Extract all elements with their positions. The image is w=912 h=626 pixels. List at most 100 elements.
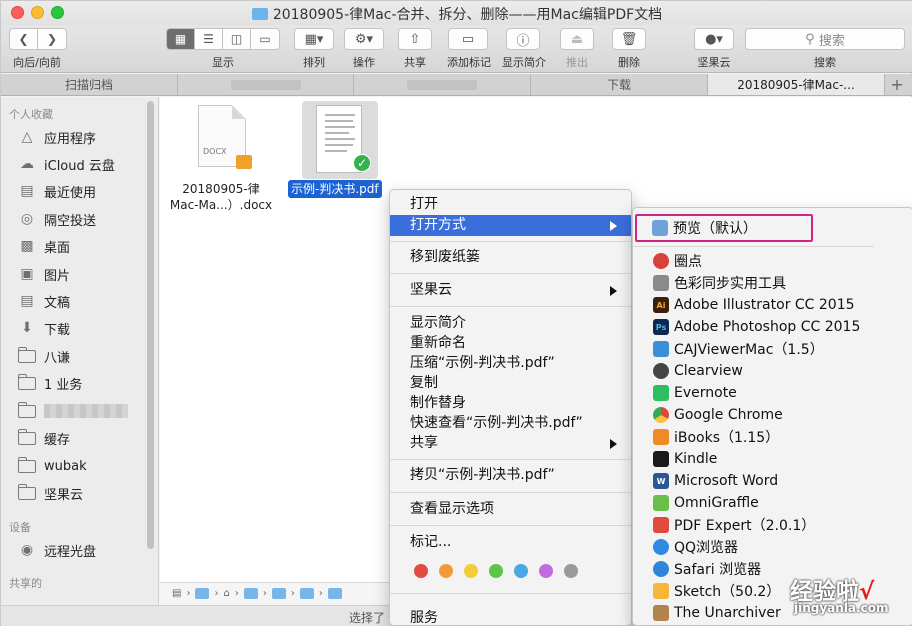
menu-item-open[interactable]: 打开 (390, 194, 631, 215)
open-with-cajviewer[interactable]: CAJViewerMac（1.5） (653, 338, 824, 360)
tab-blurred-1[interactable] (178, 74, 354, 95)
gallery-view-button[interactable]: ▭ (251, 29, 279, 49)
sidebar-item-pictures[interactable]: ▣ 图片 (17, 263, 70, 285)
forward-button[interactable]: ❯ (38, 29, 66, 49)
open-with-quandian[interactable]: 圈点 (653, 250, 702, 272)
menu-item-label: 压缩“示例-判决书.pdf” (410, 355, 555, 371)
open-with-qq-browser[interactable]: QQ浏览器 (653, 536, 738, 558)
sidebar-item-jianguoyun[interactable]: 坚果云 (17, 482, 83, 504)
search-field[interactable]: ⚲ 搜索 (745, 28, 905, 50)
sidebar-item-wubak[interactable]: wubak (17, 455, 87, 477)
path-folder-icon[interactable] (327, 588, 342, 599)
tag-yellow[interactable] (464, 564, 478, 578)
sidebar-item-label: 桌面 (44, 240, 71, 256)
recents-icon: ▤ (20, 183, 34, 199)
open-with-safari[interactable]: Safari 浏览器 (653, 558, 761, 580)
pdf-text-line (325, 150, 347, 152)
menu-item-compress[interactable]: 压缩“示例-判决书.pdf” (390, 353, 631, 374)
tab-blurred-2[interactable] (354, 74, 531, 95)
icon-view-button[interactable]: ▦ (167, 29, 195, 49)
open-with-evernote[interactable]: Evernote (653, 382, 737, 404)
open-with-unarchiver[interactable]: The Unarchiver (653, 602, 781, 624)
info-button[interactable]: ⓘ (506, 28, 540, 50)
open-with-clearview[interactable]: Clearview (653, 360, 743, 382)
menu-item-open-with[interactable]: 打开方式 (390, 215, 631, 236)
menu-item-label: 快速查看“示例-判决书.pdf” (410, 415, 583, 431)
open-with-omnigraffle[interactable]: OmniGraffle (653, 492, 759, 514)
menu-item-label: 服务 (410, 610, 438, 626)
new-tab-button[interactable]: + (885, 74, 909, 95)
menu-item-quick-look[interactable]: 快速查看“示例-判决书.pdf” (390, 413, 631, 434)
open-with-kindle[interactable]: Kindle (653, 448, 717, 470)
menu-item-view-options[interactable]: 查看显示选项 (390, 499, 631, 520)
omnigraffle-app-icon (653, 495, 669, 511)
tag-orange[interactable] (439, 564, 453, 578)
path-folder-icon[interactable] (271, 588, 286, 599)
sidebar-item-icloud[interactable]: ☁ iCloud 云盘 (17, 153, 115, 175)
chevron-right-icon: › (318, 588, 323, 599)
sidebar-item-business[interactable]: 1 业务 (17, 372, 82, 394)
open-with-colorsync[interactable]: 色彩同步实用工具 (653, 272, 786, 294)
tag-green[interactable] (489, 564, 503, 578)
tag-purple[interactable] (539, 564, 553, 578)
qq-browser-app-icon (653, 539, 669, 555)
open-with-ibooks[interactable]: iBooks（1.15） (653, 426, 779, 448)
menu-item-get-info[interactable]: 显示简介 (390, 313, 631, 334)
path-folder-icon[interactable] (299, 588, 314, 599)
menu-item-share[interactable]: 共享 (390, 433, 631, 454)
sidebar-item-downloads[interactable]: ⬇ 下载 (17, 317, 70, 339)
sidebar-item-airdrop[interactable]: ◎ 隔空投送 (17, 208, 96, 230)
open-with-pdf-expert[interactable]: PDF Expert（2.0.1） (653, 514, 815, 536)
folder-icon (17, 428, 36, 445)
delete-button[interactable]: 🗑 (612, 28, 646, 50)
sidebar-item-desktop[interactable]: ▩ 桌面 (17, 235, 70, 257)
menu-item-jianguoyun[interactable]: 坚果云 (390, 280, 631, 301)
tab-downloads[interactable]: 下载 (531, 74, 708, 95)
sort-button[interactable]: ▦▾ (294, 28, 334, 50)
menu-item-duplicate[interactable]: 复制 (390, 373, 631, 394)
sidebar-scrollbar[interactable] (147, 101, 154, 549)
tab-scan-archive[interactable]: 扫描归档 (1, 74, 178, 95)
sidebar-item-remote-disc[interactable]: ◉ 远程光盘 (17, 539, 96, 561)
home-icon[interactable]: ⌂ (223, 588, 229, 599)
sidebar-item-blurred[interactable] (17, 400, 128, 422)
action-button[interactable]: ⚙▾ (344, 28, 384, 50)
open-with-word[interactable]: W Microsoft Word (653, 470, 778, 492)
sidebar-item-applications[interactable]: △ 应用程序 (17, 126, 96, 148)
jianguo-button[interactable]: ●▾ (694, 28, 734, 50)
tab-current-folder[interactable]: 20180905-律Mac-... (708, 74, 885, 95)
path-folder-icon[interactable] (243, 588, 258, 599)
status-text: 选择了 (349, 611, 386, 625)
menu-separator (390, 459, 631, 460)
submenu-arrow-icon (610, 221, 617, 231)
open-with-photoshop[interactable]: Ps Adobe Photoshop CC 2015 (653, 316, 860, 338)
tags-button[interactable]: ▭ (448, 28, 488, 50)
open-with-chrome[interactable]: Google Chrome (653, 404, 783, 426)
open-with-sketch[interactable]: Sketch（50.2） (653, 580, 780, 602)
app-label: Adobe Illustrator CC 2015 (674, 297, 855, 313)
tag-blue[interactable] (514, 564, 528, 578)
tag-gray[interactable] (564, 564, 578, 578)
open-with-preview-default[interactable]: 预览（默认） (635, 214, 813, 242)
path-folder-icon[interactable] (195, 588, 210, 599)
tag-red[interactable] (414, 564, 428, 578)
menu-item-services[interactable]: 服务 (390, 608, 631, 626)
eject-button[interactable]: ⏏ (560, 28, 594, 50)
back-button[interactable]: ❮ (10, 29, 38, 49)
sidebar-item-baqian[interactable]: 八谦 (17, 345, 70, 367)
sidebar-item-recents[interactable]: ▤ 最近使用 (17, 180, 96, 202)
sidebar-item-documents[interactable]: ▤ 文稿 (17, 290, 70, 312)
menu-item-copy[interactable]: 拷贝“示例-判决书.pdf” (390, 465, 631, 486)
menu-item-tags[interactable]: 标记... (390, 532, 631, 553)
app-label: iBooks（1.15） (674, 430, 780, 446)
menu-item-move-to-trash[interactable]: 移到废纸篓 (390, 247, 631, 268)
column-view-button[interactable]: ◫ (223, 29, 251, 49)
menu-item-rename[interactable]: 重新命名 (390, 333, 631, 354)
menu-item-make-alias[interactable]: 制作替身 (390, 393, 631, 414)
share-button[interactable]: ⇧ (398, 28, 432, 50)
open-with-illustrator[interactable]: Ai Adobe Illustrator CC 2015 (653, 294, 855, 316)
disk-icon[interactable]: ▤ (172, 588, 181, 599)
folder-icon (251, 8, 268, 20)
sidebar-item-cache[interactable]: 缓存 (17, 427, 70, 449)
list-view-button[interactable]: ☰ (195, 29, 223, 49)
